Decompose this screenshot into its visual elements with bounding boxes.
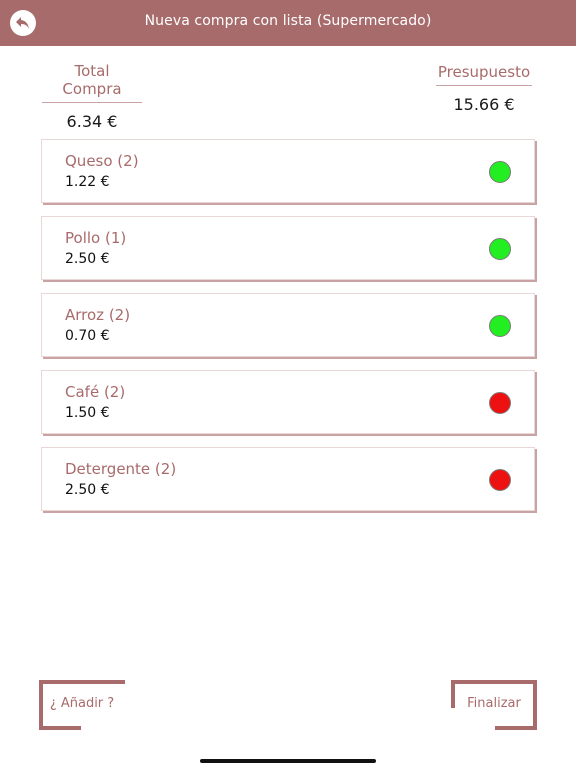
list-item[interactable]: Queso (2) 1.22 € <box>41 139 535 203</box>
shopping-list: Queso (2) 1.22 € Pollo (1) 2.50 € Arroz … <box>41 139 535 524</box>
item-price: 1.50 € <box>65 405 110 421</box>
item-name: Arroz (2) <box>65 306 131 324</box>
status-indicator-icon <box>489 469 511 491</box>
finish-button[interactable]: Finalizar <box>451 680 537 730</box>
list-item[interactable]: Café (2) 1.50 € <box>41 370 535 434</box>
item-name: Queso (2) <box>65 152 139 170</box>
button-frame-line <box>495 726 537 730</box>
item-name: Pollo (1) <box>65 229 127 247</box>
list-item[interactable]: Pollo (1) 2.50 € <box>41 216 535 280</box>
add-item-label: ¿ Añadir ? <box>49 696 115 711</box>
total-summary: Total Compra 6.34 € <box>42 62 142 131</box>
budget-summary: Presupuesto 15.66 € <box>434 62 534 114</box>
home-indicator[interactable] <box>200 759 376 763</box>
top-bar: Nueva compra con lista (Supermercado) <box>0 0 576 46</box>
item-name: Café (2) <box>65 383 126 401</box>
list-item[interactable]: Detergente (2) 2.50 € <box>41 447 535 511</box>
item-price: 0.70 € <box>65 328 110 344</box>
page-title: Nueva compra con lista (Supermercado) <box>144 13 432 29</box>
budget-label: Presupuesto <box>435 63 533 86</box>
total-label: Total Compra <box>42 62 142 103</box>
item-price: 2.50 € <box>65 482 110 498</box>
status-indicator-icon <box>489 238 511 260</box>
total-value: 6.34 € <box>66 112 118 131</box>
item-price: 2.50 € <box>65 251 110 267</box>
button-frame-line <box>39 726 81 730</box>
item-price: 1.22 € <box>65 174 110 190</box>
status-indicator-icon <box>489 161 511 183</box>
status-indicator-icon <box>489 315 511 337</box>
add-item-button[interactable]: ¿ Añadir ? <box>39 680 125 730</box>
list-item[interactable]: Arroz (2) 0.70 € <box>41 293 535 357</box>
item-name: Detergente (2) <box>65 460 177 478</box>
status-indicator-icon <box>489 392 511 414</box>
finish-label: Finalizar <box>467 696 521 711</box>
budget-value: 15.66 € <box>453 95 515 114</box>
